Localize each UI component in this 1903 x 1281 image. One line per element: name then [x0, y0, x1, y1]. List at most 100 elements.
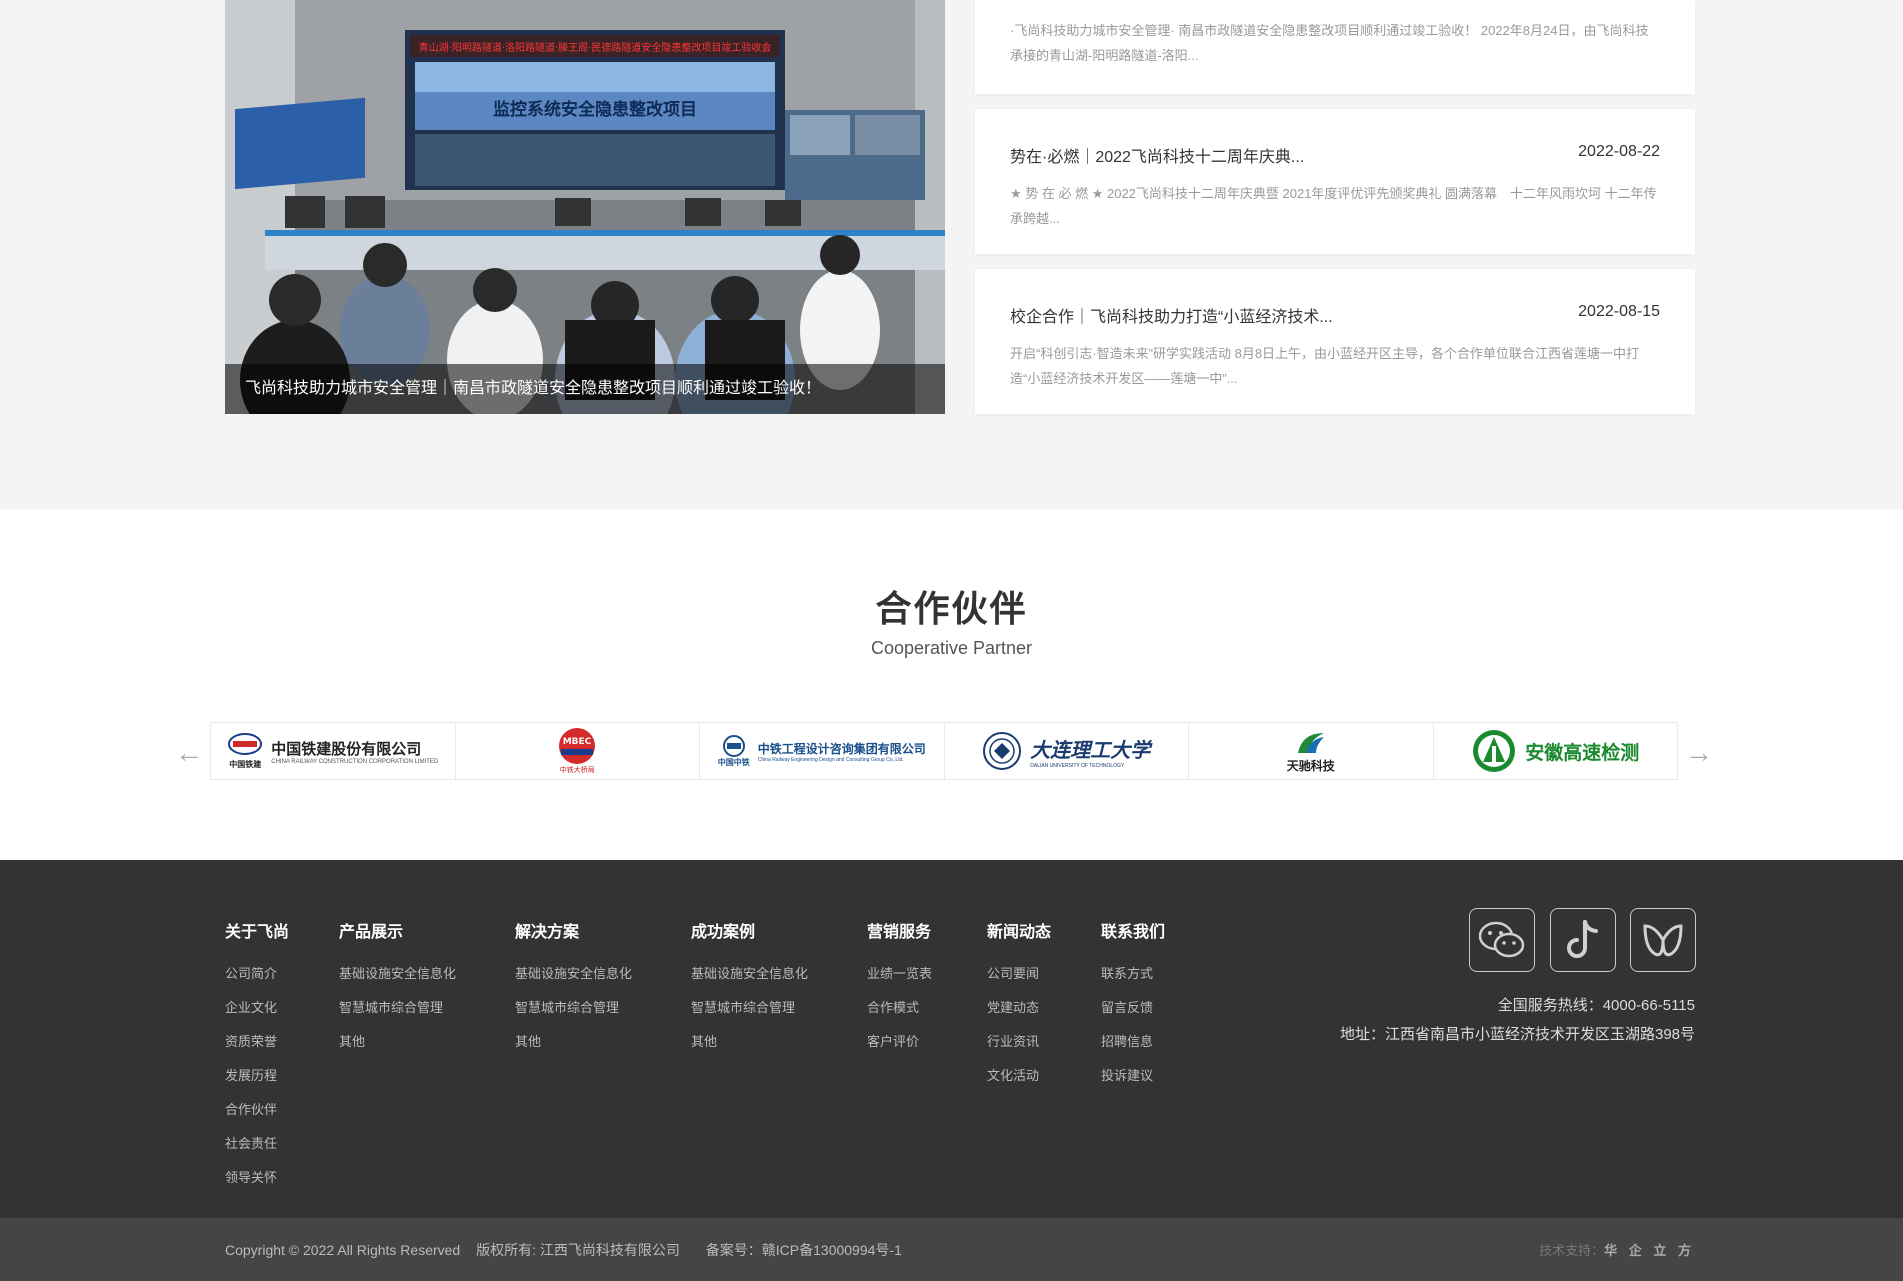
footer-link[interactable]: 社会责任 — [225, 1127, 289, 1161]
footer-link[interactable]: 公司简介 — [225, 957, 289, 991]
footer-link[interactable]: 客户评价 — [867, 1025, 932, 1059]
news-desc: ·飞尚科技助力城市安全管理· 南昌市政隧道安全隐患整改项目顺利通过竣工验收！ 2… — [1010, 23, 1649, 63]
partner-name: 大连理工大学 — [1030, 737, 1151, 762]
footer-col-solutions: 解决方案 基础设施安全信息化 智慧城市综合管理 其他 — [515, 918, 632, 1059]
partner-name-en: China Railway Engineering Design and Con… — [757, 756, 904, 763]
icp-link[interactable]: 备案号：赣ICP备13000994号-1 — [706, 1242, 902, 1258]
footer-link[interactable]: 基础设施安全信息化 — [515, 957, 632, 991]
footer-link[interactable]: 领导关怀 — [225, 1161, 289, 1195]
next-arrow-icon[interactable]: → — [1684, 738, 1714, 768]
footer-col-about: 关于飞尚 公司简介 企业文化 资质荣誉 发展历程 合作伙伴 社会责任 领导关怀 — [225, 918, 289, 1195]
tianchi-logo-icon — [1297, 732, 1324, 753]
partner-title: 合作伙伴 — [875, 588, 1028, 629]
footer-link[interactable]: 招聘信息 — [1101, 1025, 1165, 1059]
news-card-2[interactable]: 势在·必燃｜2022飞尚科技十二周年庆典... 2022-08-22 ★ 势 在… — [975, 109, 1695, 254]
footer-link[interactable]: 合作伙伴 — [225, 1093, 289, 1127]
partner-name: 天驰科技 — [1286, 758, 1335, 773]
crdc-logo-icon — [722, 734, 745, 757]
partner-name-en: CHINA RAILWAY CONSTRUCTION CORPORATION L… — [271, 758, 439, 765]
news-title[interactable]: 势在·必燃｜2022飞尚科技十二周年庆典... — [1010, 143, 1304, 167]
crcc-logo-icon — [228, 732, 263, 755]
screen-text: 监控系统安全隐患整改项目 — [493, 99, 697, 120]
crdc-mark: 中国中铁 — [717, 757, 750, 767]
news-title[interactable]: 校企合作｜飞尚科技助力打造“小蓝经济技术... — [1010, 303, 1333, 327]
footer-col-head[interactable]: 关于飞尚 — [225, 918, 289, 942]
owner: 版权所有: 江西飞尚科技有限公司 — [476, 1242, 680, 1258]
footer-col-products: 产品展示 基础设施安全信息化 智慧城市综合管理 其他 — [339, 918, 456, 1059]
footer-link[interactable]: 基础设施安全信息化 — [339, 957, 456, 991]
tech-support[interactable]: 技术支持：华 企 立 方 — [1539, 1240, 1695, 1259]
news-desc: 开启“科创引志·智造未来”研学实践活动 8月8日上午，由小蓝经开区主导，各个合作… — [1010, 346, 1640, 386]
crcc-mark: 中国铁建 — [229, 759, 262, 769]
footer-link[interactable]: 智慧城市综合管理 — [515, 991, 632, 1025]
ahgs-logo-icon — [1473, 730, 1516, 772]
prev-arrow-icon[interactable]: ← — [174, 738, 204, 768]
partner-logo-crcc[interactable]: 中国铁建 中国铁建股份有限公司 CHINA RAILWAY CONSTRUCTI… — [211, 723, 456, 779]
news-card-3[interactable]: 校企合作｜飞尚科技助力打造“小蓝经济技术... 2022-08-15 开启“科创… — [975, 269, 1695, 414]
footer-link[interactable]: 业绩一览表 — [867, 957, 932, 991]
footer-link[interactable]: 留言反馈 — [1101, 991, 1165, 1025]
footer-col-head[interactable]: 成功案例 — [691, 918, 808, 942]
partner-name: 安徽高速检测 — [1525, 742, 1640, 764]
footer-link[interactable]: 资质荣誉 — [225, 1025, 289, 1059]
footer: 关于飞尚 公司简介 企业文化 资质荣誉 发展历程 合作伙伴 社会责任 领导关怀 … — [0, 860, 1903, 1218]
footer-link[interactable]: 投诉建议 — [1101, 1059, 1165, 1093]
douyin-icon[interactable] — [1550, 908, 1616, 972]
wechat-icon[interactable] — [1469, 908, 1535, 972]
company-address: 地址：江西省南昌市小蓝经济技术开发区玉湖路398号 — [1339, 1026, 1695, 1043]
footer-col-head[interactable]: 解决方案 — [515, 918, 632, 942]
banner-text: 青山湖·阳明路隧道·洛阳路隧道·滕王阁·民德路隧道安全隐患整改项目竣工验收会 — [419, 41, 772, 54]
footer-link[interactable]: 合作模式 — [867, 991, 932, 1025]
news-date: 2022-08-22 — [1578, 143, 1660, 160]
mbec-logo-icon: MBEC — [559, 728, 596, 764]
featured-news-caption[interactable]: 飞尚科技助力城市安全管理｜南昌市政隧道安全隐患整改项目顺利通过竣工验收！ — [225, 364, 945, 414]
footer-col-head[interactable]: 联系我们 — [1101, 918, 1165, 942]
footer-col-head[interactable]: 营销服务 — [867, 918, 932, 942]
partner-subtitle: Cooperative Partner — [870, 638, 1033, 658]
footer-link[interactable]: 基础设施安全信息化 — [691, 957, 808, 991]
footer-link[interactable]: 智慧城市综合管理 — [691, 991, 808, 1025]
news-card-1[interactable]: ·飞尚科技助力城市安全管理· 南昌市政隧道安全隐患整改项目顺利通过竣工验收！ 2… — [975, 0, 1695, 94]
footer-link[interactable]: 智慧城市综合管理 — [339, 991, 456, 1025]
footer-link[interactable]: 党建动态 — [987, 991, 1051, 1025]
news-date: 2022-08-15 — [1578, 303, 1660, 320]
partner-logo-carousel: 中国铁建 中国铁建股份有限公司 CHINA RAILWAY CONSTRUCTI… — [210, 722, 1678, 780]
weibo-icon[interactable] — [1630, 908, 1696, 972]
partner-name: 中铁工程设计咨询集团有限公司 — [757, 741, 926, 756]
footer-link[interactable]: 行业资讯 — [987, 1025, 1051, 1059]
partner-name: 中国铁建股份有限公司 — [271, 740, 422, 758]
footer-link[interactable]: 文化活动 — [987, 1059, 1051, 1093]
partner-logo-mbec[interactable]: MBEC 中铁大桥局 — [455, 723, 700, 779]
footer-link[interactable]: 发展历程 — [225, 1059, 289, 1093]
control-room-photo: 青山湖·阳明路隧道·洛阳路隧道·滕王阁·民德路隧道安全隐患整改项目竣工验收会 监… — [225, 0, 945, 414]
footer-link[interactable]: 联系方式 — [1101, 957, 1165, 991]
svg-text:MBEC: MBEC — [563, 737, 592, 747]
tech-name: 华 企 立 方 — [1604, 1243, 1695, 1258]
footer-col-news: 新闻动态 公司要闻 党建动态 行业资讯 文化活动 — [987, 918, 1051, 1093]
copyright-bar: Copyright © 2022 All Rights Reserved 版权所… — [0, 1218, 1903, 1281]
partner-logo-crdc[interactable]: 中国中铁 中铁工程设计咨询集团有限公司 China Railway Engine… — [700, 723, 945, 779]
footer-link[interactable]: 公司要闻 — [987, 957, 1051, 991]
tech-label: 技术支持： — [1539, 1243, 1605, 1258]
footer-link[interactable]: 其他 — [515, 1025, 632, 1059]
copyright: Copyright © 2022 All Rights Reserved — [225, 1242, 461, 1258]
copyright-text: Copyright © 2022 All Rights Reserved 版权所… — [225, 1240, 914, 1260]
footer-link[interactable]: 其他 — [339, 1025, 456, 1059]
mbec-sub: 中铁大桥局 — [559, 767, 595, 774]
footer-link[interactable]: 企业文化 — [225, 991, 289, 1025]
service-hotline: 全国服务热线：4000-66-5115 — [1497, 997, 1695, 1014]
partner-logo-dlut[interactable]: 大连理工大学 DALIAN UNIVERSITY OF TECHNOLOGY — [944, 723, 1189, 779]
footer-link[interactable]: 其他 — [691, 1025, 808, 1059]
dlut-seal-icon — [983, 732, 1022, 770]
footer-col-contact: 联系我们 联系方式 留言反馈 招聘信息 投诉建议 — [1101, 918, 1165, 1093]
news-section: 青山湖·阳明路隧道·洛阳路隧道·滕王阁·民德路隧道安全隐患整改项目竣工验收会 监… — [0, 0, 1903, 509]
footer-col-head[interactable]: 产品展示 — [339, 918, 456, 942]
footer-col-head[interactable]: 新闻动态 — [987, 918, 1051, 942]
news-desc: ★ 势 在 必 燃 ★ 2022飞尚科技十二周年庆典暨 2021年度评优评先颁奖… — [1010, 186, 1657, 226]
partner-logo-ahgs[interactable]: 安徽高速检测 — [1433, 723, 1677, 779]
footer-col-services: 营销服务 业绩一览表 合作模式 客户评价 — [867, 918, 932, 1059]
featured-news-image[interactable]: 青山湖·阳明路隧道·洛阳路隧道·滕王阁·民德路隧道安全隐患整改项目竣工验收会 监… — [225, 0, 945, 414]
footer-col-cases: 成功案例 基础设施安全信息化 智慧城市综合管理 其他 — [691, 918, 808, 1059]
partner-name-en: DALIAN UNIVERSITY OF TECHNOLOGY — [1030, 762, 1125, 769]
partner-logo-tianchi[interactable]: 天驰科技 — [1189, 723, 1434, 779]
